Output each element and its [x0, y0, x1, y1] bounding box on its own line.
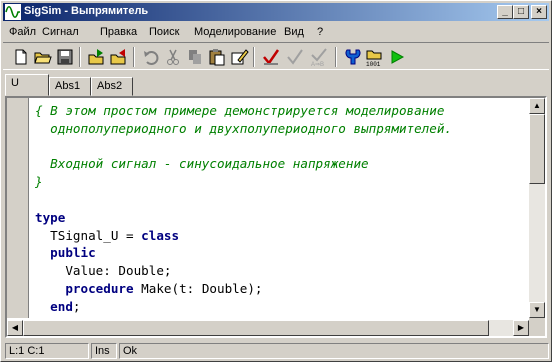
toolbar-separator [253, 47, 255, 67]
toolbar: A⇒B 1001 [3, 42, 549, 70]
code-line[interactable]: } [35, 173, 523, 191]
import-signal-icon[interactable] [87, 47, 107, 67]
code-keyword: public [35, 245, 96, 261]
tab-label: U [11, 77, 19, 89]
code-text-span: Make(t: Double); [133, 280, 263, 296]
code-text-span: TSignal_U = [35, 227, 142, 243]
tab-label: Abs1 [55, 80, 81, 92]
code-text-span: Value: Double; [35, 263, 172, 279]
horizontal-scroll-thumb[interactable] [23, 320, 489, 336]
maximize-button[interactable]: □ [513, 5, 529, 19]
code-line[interactable]: Value: Double; [35, 262, 523, 280]
code-keyword: class [141, 227, 180, 243]
window-title: SigSim - Выпрямитель [24, 5, 149, 17]
menu-view[interactable]: Вид [284, 26, 304, 38]
copy-icon[interactable] [185, 47, 205, 67]
menu-help[interactable]: ? [317, 26, 323, 38]
compile-icon[interactable]: 1001 [365, 47, 385, 67]
tab-bar: U Abs1 Abs2 [3, 74, 549, 96]
code-keyword: type [35, 209, 66, 225]
svg-text:A⇒B: A⇒B [311, 62, 324, 67]
app-sine-icon [5, 4, 21, 20]
minimize-button[interactable]: _ [497, 5, 513, 19]
code-line[interactable]: TSignal_U = class [35, 227, 523, 245]
menu-bar: Файл Сигнал Правка Поиск Моделирование В… [3, 23, 549, 41]
toolbar-separator [335, 47, 337, 67]
tab-label: Abs2 [97, 80, 123, 92]
scroll-corner [529, 318, 545, 336]
check-icon[interactable] [261, 47, 281, 67]
code-editor[interactable]: { В этом простом примере демонстрируется… [5, 96, 547, 338]
run-icon[interactable] [387, 47, 407, 67]
code-line[interactable]: Входной сигнал - синусоидальное напряжен… [35, 155, 523, 173]
code-comment: } [35, 174, 43, 190]
code-text-span: ; [72, 298, 81, 314]
main-window: SigSim - Выпрямитель _ □ × Файл Сигнал П… [0, 0, 552, 362]
code-comment: Входной сигнал - синусоидальное напряжен… [35, 156, 369, 172]
vertical-scrollbar[interactable]: ▲ ▼ [529, 98, 545, 318]
code-text[interactable]: { В этом простом примере демонстрируется… [35, 102, 523, 316]
code-line[interactable]: type [35, 209, 523, 227]
tab-abs1[interactable]: Abs1 [49, 77, 91, 96]
scroll-down-button[interactable]: ▼ [529, 302, 545, 318]
check-disabled-icon[interactable] [285, 47, 305, 67]
cut-icon[interactable] [163, 47, 183, 67]
code-comment: однополупериодного и двухполупериодного … [35, 120, 453, 136]
undo-icon[interactable] [141, 47, 161, 67]
tab-u[interactable]: U [5, 74, 49, 96]
code-line[interactable] [35, 191, 523, 209]
code-line[interactable]: { В этом простом примере демонстрируется… [35, 102, 523, 120]
svg-text:1001: 1001 [366, 61, 381, 67]
cursor-position: L:1 C:1 [5, 343, 89, 359]
save-icon[interactable] [55, 47, 75, 67]
code-line[interactable]: однополупериодного и двухполупериодного … [35, 120, 523, 138]
menu-modeling[interactable]: Моделирование [194, 26, 276, 38]
scroll-up-button[interactable]: ▲ [529, 98, 545, 114]
code-comment: { В этом простом примере демонстрируется… [35, 103, 445, 118]
menu-file[interactable]: Файл [9, 26, 36, 38]
code-line[interactable]: end; [35, 298, 523, 316]
editor-gutter [7, 98, 29, 318]
edit-icon[interactable] [229, 47, 249, 67]
settings-icon[interactable] [343, 47, 363, 67]
tab-abs2[interactable]: Abs2 [91, 77, 133, 96]
menu-search[interactable]: Поиск [149, 26, 179, 38]
scroll-right-button[interactable]: ▶ [513, 320, 529, 336]
open-folder-icon[interactable] [33, 47, 53, 67]
status-bar: L:1 C:1 Ins Ok [3, 342, 549, 360]
code-line[interactable]: public [35, 244, 523, 262]
toolbar-separator [133, 47, 135, 67]
horizontal-scrollbar[interactable]: ◀ ▶ [7, 320, 529, 336]
scroll-left-button[interactable]: ◀ [7, 320, 23, 336]
export-signal-icon[interactable] [109, 47, 129, 67]
status-message: Ok [119, 343, 549, 359]
code-keyword: procedure [65, 280, 134, 296]
code-line[interactable] [35, 138, 523, 156]
vertical-scroll-thumb[interactable] [529, 114, 545, 184]
check-ab-icon[interactable]: A⇒B [309, 47, 329, 67]
new-file-icon[interactable] [11, 47, 31, 67]
code-text-span [35, 281, 65, 296]
toolbar-separator [79, 47, 81, 67]
paste-icon[interactable] [207, 47, 227, 67]
menu-signal[interactable]: Сигнал [42, 26, 79, 38]
title-bar[interactable]: SigSim - Выпрямитель _ □ × [3, 3, 549, 21]
close-button[interactable]: × [531, 5, 547, 19]
code-keyword: end [35, 298, 73, 314]
code-line[interactable]: procedure Make(t: Double); [35, 280, 523, 298]
menu-edit[interactable]: Правка [100, 26, 137, 38]
insert-mode: Ins [91, 343, 117, 359]
